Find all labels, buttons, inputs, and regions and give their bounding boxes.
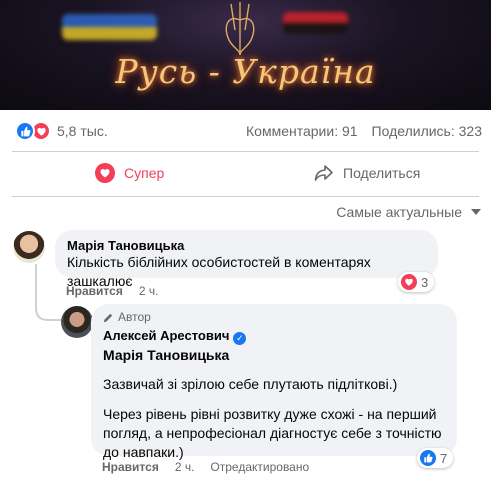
banner-title: Русь - Україна bbox=[115, 52, 376, 91]
comment-bubble: Автор Алексей Арестович ✓ Марія Тановицьк… bbox=[91, 304, 457, 460]
mention-tag[interactable]: Марія Тановицька bbox=[103, 347, 445, 363]
share-label: Поделиться bbox=[343, 165, 421, 181]
red-black-flag-graphic bbox=[283, 12, 348, 34]
reactions-summary[interactable]: 5,8 тыс. bbox=[15, 120, 108, 142]
trident-graphic bbox=[225, 2, 255, 56]
author-badge: Автор bbox=[103, 310, 445, 324]
comment-sort-dropdown[interactable]: Самые актуальные bbox=[336, 204, 481, 220]
divider bbox=[12, 196, 479, 197]
comment-text: Через рівень рівні розвитку дуже схожі -… bbox=[103, 406, 442, 460]
author-badge-label: Автор bbox=[118, 310, 151, 324]
super-reaction-button[interactable]: Супер bbox=[95, 158, 164, 188]
share-button[interactable]: Поделиться bbox=[314, 158, 420, 188]
chevron-down-icon bbox=[471, 209, 481, 215]
shares-count-link[interactable]: Поделились: 323 bbox=[372, 123, 482, 139]
love-icon bbox=[95, 163, 115, 183]
comment-author-name[interactable]: Алексей Арестович bbox=[103, 328, 229, 343]
comment-reactions[interactable]: 3 bbox=[398, 272, 435, 292]
avatar[interactable] bbox=[13, 231, 45, 263]
post-stats: Комментарии: 91 Поделились: 323 bbox=[246, 123, 482, 139]
comments-count-link[interactable]: Комментарии: 91 bbox=[246, 123, 358, 139]
comment-reaction-count: 7 bbox=[440, 450, 448, 466]
verified-icon: ✓ bbox=[233, 332, 247, 345]
post-image[interactable]: Русь - Україна bbox=[0, 0, 491, 110]
comment-author[interactable]: Алексей Арестович ✓ bbox=[103, 328, 445, 345]
comment-bubble: Марія Тановицька Кількість біблійних осо… bbox=[55, 230, 438, 289]
like-link[interactable]: Нравится bbox=[102, 460, 159, 474]
super-label: Супер bbox=[124, 165, 165, 181]
comment-actions: Нравится 2 ч. bbox=[66, 284, 158, 298]
like-link[interactable]: Нравится bbox=[66, 284, 123, 298]
comment-actions: Нравится 2 ч. Отредактировано bbox=[102, 460, 309, 474]
love-icon bbox=[401, 274, 417, 290]
sort-label: Самые актуальные bbox=[336, 204, 462, 220]
comment-reactions[interactable]: 7 bbox=[417, 448, 454, 468]
avatar[interactable] bbox=[61, 306, 93, 338]
comment-author[interactable]: Марія Тановицька bbox=[67, 238, 426, 253]
comment-timestamp[interactable]: 2 ч. bbox=[139, 284, 159, 298]
reply-thread-line bbox=[35, 264, 61, 321]
like-icon bbox=[420, 450, 436, 466]
edited-label[interactable]: Отредактировано bbox=[210, 460, 309, 474]
ukraine-flag-graphic bbox=[62, 14, 157, 40]
divider bbox=[12, 151, 479, 152]
share-icon bbox=[314, 165, 333, 181]
comment-timestamp[interactable]: 2 ч. bbox=[175, 460, 195, 474]
like-icon bbox=[15, 121, 35, 141]
comment-reaction-count: 3 bbox=[421, 274, 429, 290]
comment-text: Зазвичай зі зрілою себе плутають підлітк… bbox=[103, 376, 398, 392]
reaction-count[interactable]: 5,8 тыс. bbox=[57, 123, 108, 139]
pencil-icon bbox=[103, 313, 113, 322]
